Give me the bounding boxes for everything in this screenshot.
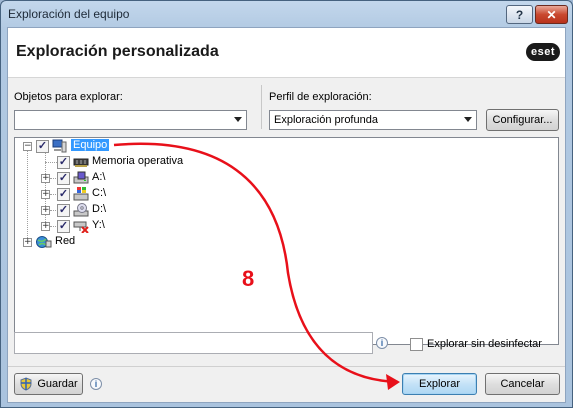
annotation-arrowhead xyxy=(386,374,400,390)
scan-target-tree[interactable]: − ✓ Equipo ✓ Memoria operativa + ✓ A:\ +… xyxy=(14,137,559,345)
no-clean-checkbox[interactable] xyxy=(410,338,423,351)
tree-item-label: Equipo xyxy=(71,139,110,151)
tree-item-red[interactable]: + Red xyxy=(15,234,215,250)
tree-item-d-drive[interactable]: + ✓ D:\ xyxy=(15,202,215,218)
d-drive-checkbox[interactable]: ✓ xyxy=(57,204,70,217)
cancel-button-label: Cancelar xyxy=(500,378,545,390)
tree-item-label: Memoria operativa xyxy=(92,155,184,167)
tree-item-a-drive[interactable]: + ✓ A:\ xyxy=(15,170,215,186)
help-icon: ? xyxy=(515,7,524,22)
eset-logo: eset xyxy=(526,43,561,61)
floppy-drive-icon xyxy=(73,171,89,184)
expand-icon[interactable]: + xyxy=(41,206,50,215)
close-button[interactable]: ✕ xyxy=(535,5,568,24)
divider xyxy=(261,85,262,129)
profile-label: Perfil de exploración: xyxy=(269,91,372,103)
tree-item-label: Y:\ xyxy=(92,219,105,231)
tree-item-equipo[interactable]: − ✓ Equipo xyxy=(15,138,215,154)
network-drive-disconnected-icon xyxy=(73,221,89,233)
no-clean-option[interactable]: Explorar sin desinfectar xyxy=(410,337,560,353)
chevron-down-icon xyxy=(464,117,472,122)
cancel-button[interactable]: Cancelar xyxy=(485,373,560,395)
profile-value: Exploración profunda xyxy=(274,114,378,126)
tree-item-memoria[interactable]: ✓ Memoria operativa xyxy=(15,154,235,170)
expand-icon[interactable]: + xyxy=(41,174,50,183)
page-title: Exploración personalizada xyxy=(16,43,219,60)
computer-icon xyxy=(52,139,67,153)
network-globe-icon xyxy=(36,236,52,248)
scan-button-label: Explorar xyxy=(419,378,460,390)
close-icon: ✕ xyxy=(546,7,557,22)
configure-button-label: Configurar... xyxy=(492,114,553,126)
tree-item-label: D:\ xyxy=(92,203,107,215)
no-clean-label: Explorar sin desinfectar xyxy=(427,338,542,350)
configure-button[interactable]: Configurar... xyxy=(486,109,559,131)
profile-dropdown[interactable]: Exploración profunda xyxy=(269,110,477,130)
window-title: Exploración del equipo xyxy=(8,7,130,21)
equipo-checkbox[interactable]: ✓ xyxy=(36,140,49,153)
scan-dialog-window: Exploración del equipo ? ✕ Exploración p… xyxy=(0,0,573,408)
targets-dropdown[interactable] xyxy=(14,110,247,130)
windows-drive-icon xyxy=(73,187,89,201)
dialog-body: Exploración personalizada eset Objetos p… xyxy=(7,27,566,403)
tree-item-label: A:\ xyxy=(92,171,106,183)
help-button[interactable]: ? xyxy=(506,5,533,24)
tree-item-label: Red xyxy=(55,235,76,247)
expand-icon[interactable]: + xyxy=(41,190,50,199)
info-icon[interactable]: i xyxy=(90,378,102,390)
tree-item-label: C:\ xyxy=(92,187,107,199)
tree-item-c-drive[interactable]: + ✓ C:\ xyxy=(15,186,215,202)
c-drive-checkbox[interactable]: ✓ xyxy=(57,188,70,201)
expand-icon[interactable]: + xyxy=(23,238,32,247)
scan-path-input[interactable] xyxy=(14,332,373,354)
expand-icon[interactable]: + xyxy=(41,222,50,231)
cd-drive-icon xyxy=(73,203,89,217)
a-drive-checkbox[interactable]: ✓ xyxy=(57,172,70,185)
memory-chip-icon xyxy=(73,158,89,167)
memoria-checkbox[interactable]: ✓ xyxy=(57,156,70,169)
scan-button[interactable]: Explorar xyxy=(402,373,477,395)
tree-item-y-drive[interactable]: + ✓ Y:\ xyxy=(15,218,215,234)
info-icon[interactable]: i xyxy=(376,337,388,349)
y-drive-checkbox[interactable]: ✓ xyxy=(57,220,70,233)
chevron-down-icon xyxy=(234,117,242,122)
shield-icon xyxy=(20,377,32,391)
footer-divider xyxy=(8,366,565,367)
save-button[interactable]: Guardar xyxy=(14,373,83,395)
save-button-label: Guardar xyxy=(37,378,78,390)
title-bar[interactable]: Exploración del equipo ? ✕ xyxy=(1,1,572,27)
targets-label: Objetos para explorar: xyxy=(14,91,123,103)
dialog-header: Exploración personalizada eset xyxy=(8,28,565,78)
collapse-icon[interactable]: − xyxy=(23,142,32,151)
